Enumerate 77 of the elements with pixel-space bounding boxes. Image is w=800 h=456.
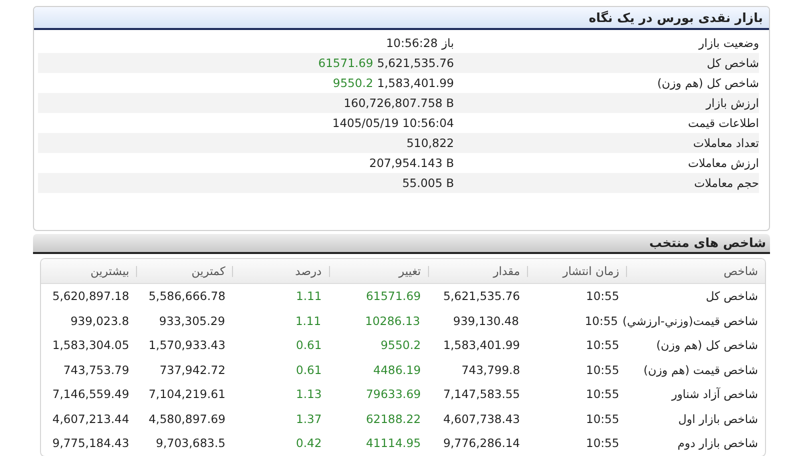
table-cell: 41114.95 xyxy=(366,436,421,450)
table-cell: 10:55 xyxy=(586,387,620,402)
field-value: 5,621,535.76 xyxy=(377,56,454,70)
table-cell: 743,799.8 xyxy=(461,362,520,377)
column-header[interactable]: زمان انتشار xyxy=(562,264,620,278)
column-header[interactable]: تغییر xyxy=(398,264,421,278)
field-value: 160,726,807.758 B xyxy=(344,96,454,110)
field-value: 10:56:28 xyxy=(386,36,438,50)
table-cell: شاخص آزاد شناور xyxy=(672,387,758,402)
table-cell: شاخص بازار اول xyxy=(678,412,758,426)
table-cell: 0.61 xyxy=(296,362,322,377)
table-cell: 9,775,184.43 xyxy=(52,436,130,450)
table-cell: 933,305.29 xyxy=(159,314,226,328)
column-header[interactable]: مقدار xyxy=(493,264,520,278)
table-cell: 5,586,666.78 xyxy=(148,289,226,304)
change-value: 61571.69 xyxy=(318,56,374,70)
field-label: ارزش معاملات xyxy=(688,156,759,170)
table-cell: 737,942.72 xyxy=(160,362,226,377)
table-cell: 0.42 xyxy=(296,436,322,450)
table-cell: 10:55 xyxy=(584,314,618,328)
field-label: حجم معاملات xyxy=(694,176,759,190)
column-header[interactable]: شاخص xyxy=(724,264,758,278)
table-cell: 4,580,897.69 xyxy=(148,412,226,426)
panel-title: بازار نقدی بورس در یک نگاه xyxy=(34,7,769,30)
column-header[interactable]: درصد xyxy=(295,264,322,278)
table-cell: 9,703,683.5 xyxy=(156,436,226,450)
table-cell: 9,776,286.14 xyxy=(443,436,520,450)
field-label: تعداد معاملات xyxy=(693,136,759,150)
table-cell: 1,583,401.99 xyxy=(443,338,520,352)
field-value: 55.005 B xyxy=(402,176,454,190)
table-cell: 939,023.8 xyxy=(70,314,130,328)
change-value: 9550.2 xyxy=(332,76,374,90)
table-cell: 4,607,738.43 xyxy=(443,412,520,426)
table-cell: 0.61 xyxy=(296,338,322,352)
field-value: 207,954.143 B xyxy=(369,156,454,170)
table-cell: 10:55 xyxy=(586,412,620,426)
table-cell: شاخص قیمت(وزني-ارزشي) xyxy=(622,314,758,328)
table-cell: 5,620,897.18 xyxy=(52,289,130,304)
table-cell: 79633.69 xyxy=(366,387,421,402)
table-cell: شاخص قیمت (هم وزن) xyxy=(644,362,758,377)
table-cell: 7,147,583.55 xyxy=(443,387,520,402)
field-value: 1,583,401.99 xyxy=(377,76,454,90)
field-value: 510,822 xyxy=(406,136,454,150)
table-cell: شاخص کل xyxy=(706,289,758,304)
table-cell: 9550.2 xyxy=(380,338,421,352)
field-label: اطلاعات قیمت xyxy=(688,116,759,130)
table-cell: 7,104,219.61 xyxy=(148,387,226,402)
table-cell: 1.11 xyxy=(296,289,322,304)
table-cell: 1.11 xyxy=(295,314,322,328)
table-cell: 10:55 xyxy=(586,338,620,352)
field-label: وضعیت بازار xyxy=(698,36,759,50)
table-cell: 10:55 xyxy=(586,289,620,304)
table-cell: 939,130.48 xyxy=(453,314,520,328)
table-cell: 4486.19 xyxy=(373,362,421,377)
table-cell: 10:55 xyxy=(586,362,620,377)
field-value: 1405/05/19 10:56:04 xyxy=(332,116,454,130)
field-value: باز xyxy=(442,36,454,50)
table-cell: 1,583,304.05 xyxy=(52,338,130,352)
table-cell: 62188.22 xyxy=(366,412,421,426)
field-label: شاخص کل xyxy=(706,56,759,70)
field-label: شاخص کل (هم وزن) xyxy=(657,76,759,90)
table-cell: 1,570,933.43 xyxy=(148,338,226,352)
table-cell: 4,607,213.44 xyxy=(52,412,130,426)
table-cell: 7,146,559.49 xyxy=(52,387,130,402)
table-cell: 5,621,535.76 xyxy=(443,289,520,304)
table-cell: 10286.13 xyxy=(365,314,420,328)
panel-title: شاخص های منتخب xyxy=(33,234,770,254)
table-cell: 743,753.79 xyxy=(63,362,130,377)
table-cell: 1.37 xyxy=(296,412,322,426)
table-cell: شاخص بازار دوم xyxy=(678,436,758,450)
column-header[interactable]: کمترین xyxy=(192,264,226,278)
table-cell: 10:55 xyxy=(586,436,620,450)
field-label: ارزش بازار xyxy=(706,96,759,110)
column-header[interactable]: بیشترین xyxy=(90,264,130,278)
table-cell: 1.13 xyxy=(296,387,322,402)
table-cell: 61571.69 xyxy=(366,289,421,304)
table-cell: شاخص کل (هم وزن) xyxy=(656,338,758,352)
